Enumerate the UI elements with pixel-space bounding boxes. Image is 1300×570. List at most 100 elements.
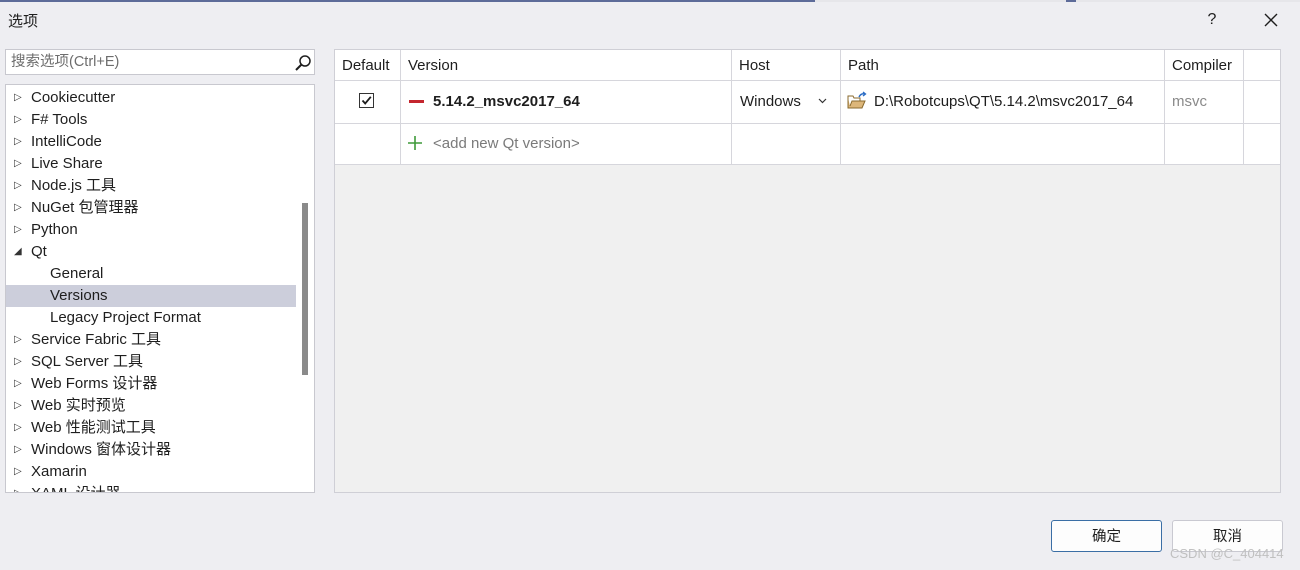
tree-item[interactable]: ▷ Live Share bbox=[6, 153, 296, 175]
options-tree: ▷ Cookiecutter ▷ F# Tools ▷ IntelliCode ▷ Live … bbox=[5, 84, 315, 493]
collapsed-arrow-icon[interactable]: ▷ bbox=[14, 461, 24, 483]
tree-item-label: Legacy Project Format bbox=[50, 309, 201, 326]
qt-versions-grid: Default Version Host Path Compiler 5.14.… bbox=[334, 49, 1281, 493]
column-header-path[interactable]: Path bbox=[841, 50, 1165, 80]
tree-item-label: Versions bbox=[50, 287, 108, 304]
collapsed-arrow-icon[interactable]: ▷ bbox=[14, 175, 24, 197]
window-title: 选项 bbox=[8, 13, 39, 30]
expanded-arrow-icon[interactable]: ◢ bbox=[14, 241, 24, 263]
tree-item[interactable]: Versions bbox=[6, 285, 296, 307]
tree-item[interactable]: ◢ Qt bbox=[6, 241, 296, 263]
tree-item[interactable]: ▷ Xamarin bbox=[6, 461, 296, 483]
add-icon[interactable] bbox=[407, 135, 423, 151]
column-header-compiler[interactable]: Compiler bbox=[1165, 50, 1244, 80]
tree-item-label: Xamarin bbox=[31, 463, 87, 480]
watermark: CSDN @C_404414 bbox=[1170, 546, 1284, 561]
tree-item-label: Windows 窗体设计器 bbox=[31, 441, 172, 458]
tree-item[interactable]: ▷ Web Forms 设计器 bbox=[6, 373, 296, 395]
path-cell[interactable]: D:\Robotcups\QT\5.14.2\msvc2017_64 bbox=[841, 81, 1165, 123]
tree-item[interactable]: ▷ XAML 设计器 bbox=[6, 483, 296, 492]
collapsed-arrow-icon[interactable]: ▷ bbox=[14, 153, 24, 175]
path-value: D:\Robotcups\QT\5.14.2\msvc2017_64 bbox=[874, 93, 1134, 110]
version-cell[interactable]: 5.14.2_msvc2017_64 bbox=[401, 81, 732, 123]
check-icon bbox=[361, 96, 372, 105]
tree-item-label: NuGet 包管理器 bbox=[31, 199, 139, 216]
compiler-cell-empty bbox=[1165, 124, 1244, 164]
tree-item[interactable]: ▷ Cookiecutter bbox=[6, 87, 296, 109]
column-header-host[interactable]: Host bbox=[732, 50, 841, 80]
tree-item-label: XAML 设计器 bbox=[31, 483, 120, 492]
extra-cell bbox=[1244, 81, 1280, 123]
tree-item[interactable]: ▷ Service Fabric 工具 bbox=[6, 329, 296, 351]
collapsed-arrow-icon[interactable]: ▷ bbox=[14, 197, 24, 219]
close-button[interactable] bbox=[1258, 7, 1284, 33]
tree-item[interactable]: General bbox=[6, 263, 296, 285]
collapsed-arrow-icon[interactable]: ▷ bbox=[14, 351, 24, 373]
tree-item[interactable]: ▷ Web 实时预览 bbox=[6, 395, 296, 417]
tree-item[interactable]: ▷ Python bbox=[6, 219, 296, 241]
collapsed-arrow-icon[interactable]: ▷ bbox=[14, 395, 24, 417]
tree-item[interactable]: ▷ Windows 窗体设计器 bbox=[6, 439, 296, 461]
search-icon[interactable] bbox=[294, 54, 312, 72]
tree-scrollbar[interactable] bbox=[302, 203, 308, 375]
collapsed-arrow-icon[interactable]: ▷ bbox=[14, 329, 24, 351]
tree-item-label: F# Tools bbox=[31, 111, 88, 128]
title-bar: 选项 ? bbox=[0, 2, 1300, 38]
grid-header: Default Version Host Path Compiler bbox=[335, 50, 1280, 81]
column-header-version[interactable]: Version bbox=[401, 50, 732, 80]
path-cell-empty bbox=[841, 124, 1165, 164]
search-input[interactable] bbox=[6, 50, 291, 74]
collapsed-arrow-icon[interactable]: ▷ bbox=[14, 87, 24, 109]
collapsed-arrow-icon[interactable]: ▷ bbox=[14, 417, 24, 439]
tree-item-label: Web Forms 设计器 bbox=[31, 375, 158, 392]
compiler-value: msvc bbox=[1172, 93, 1207, 110]
default-cell bbox=[335, 81, 401, 123]
help-button[interactable]: ? bbox=[1200, 7, 1224, 33]
folder-open-icon[interactable] bbox=[847, 91, 867, 111]
default-cell-empty bbox=[335, 124, 401, 164]
tree-item-label: Cookiecutter bbox=[31, 89, 116, 106]
tree-item-label: Live Share bbox=[31, 155, 103, 172]
tree-item-label: Qt bbox=[31, 243, 47, 260]
column-header-extra bbox=[1244, 50, 1280, 80]
collapsed-arrow-icon[interactable]: ▷ bbox=[14, 219, 24, 241]
add-version-label[interactable]: <add new Qt version> bbox=[433, 124, 580, 164]
tree-item-label: Web 实时预览 bbox=[31, 397, 126, 414]
tree-item-label: Node.js 工具 bbox=[31, 177, 117, 194]
version-name: 5.14.2_msvc2017_64 bbox=[433, 93, 580, 110]
tree-item[interactable]: Legacy Project Format bbox=[6, 307, 296, 329]
close-icon bbox=[1264, 13, 1278, 27]
add-version-row[interactable]: <add new Qt version> bbox=[335, 124, 1280, 165]
host-cell[interactable]: Windows bbox=[732, 81, 841, 123]
default-checkbox[interactable] bbox=[359, 93, 374, 108]
tree-item-label: IntelliCode bbox=[31, 133, 102, 150]
tree-item[interactable]: ▷ SQL Server 工具 bbox=[6, 351, 296, 373]
table-row[interactable]: 5.14.2_msvc2017_64 Windows D:\Robotcups\… bbox=[335, 81, 1280, 124]
remove-icon[interactable] bbox=[409, 100, 424, 103]
tree-item-label: Service Fabric 工具 bbox=[31, 331, 162, 348]
tree-item[interactable]: ▷ Node.js 工具 bbox=[6, 175, 296, 197]
collapsed-arrow-icon[interactable]: ▷ bbox=[14, 483, 24, 492]
tree-item[interactable]: ▷ IntelliCode bbox=[6, 131, 296, 153]
collapsed-arrow-icon[interactable]: ▷ bbox=[14, 439, 24, 461]
column-header-default[interactable]: Default bbox=[335, 50, 401, 80]
tree-item[interactable]: ▷ F# Tools bbox=[6, 109, 296, 131]
collapsed-arrow-icon[interactable]: ▷ bbox=[14, 109, 24, 131]
tree-item[interactable]: ▷ NuGet 包管理器 bbox=[6, 197, 296, 219]
search-box bbox=[5, 49, 315, 75]
collapsed-arrow-icon[interactable]: ▷ bbox=[14, 373, 24, 395]
chevron-down-icon[interactable] bbox=[818, 97, 827, 105]
extra-cell-empty bbox=[1244, 124, 1280, 164]
tree-item[interactable]: ▷ Web 性能测试工具 bbox=[6, 417, 296, 439]
add-version-cell[interactable]: <add new Qt version> bbox=[401, 124, 732, 164]
host-cell-empty bbox=[732, 124, 841, 164]
collapsed-arrow-icon[interactable]: ▷ bbox=[14, 131, 24, 153]
tree-item-label: General bbox=[50, 265, 104, 282]
ok-button[interactable]: 确定 bbox=[1051, 520, 1162, 552]
tree-item-label: SQL Server 工具 bbox=[31, 353, 143, 370]
tree-item-label: Web 性能测试工具 bbox=[31, 419, 156, 436]
host-select[interactable]: Windows bbox=[740, 81, 801, 123]
compiler-cell[interactable]: msvc bbox=[1165, 81, 1244, 123]
tree-item-label: Python bbox=[31, 221, 78, 238]
tree-list: ▷ Cookiecutter ▷ F# Tools ▷ IntelliCode ▷ Live … bbox=[6, 87, 296, 492]
